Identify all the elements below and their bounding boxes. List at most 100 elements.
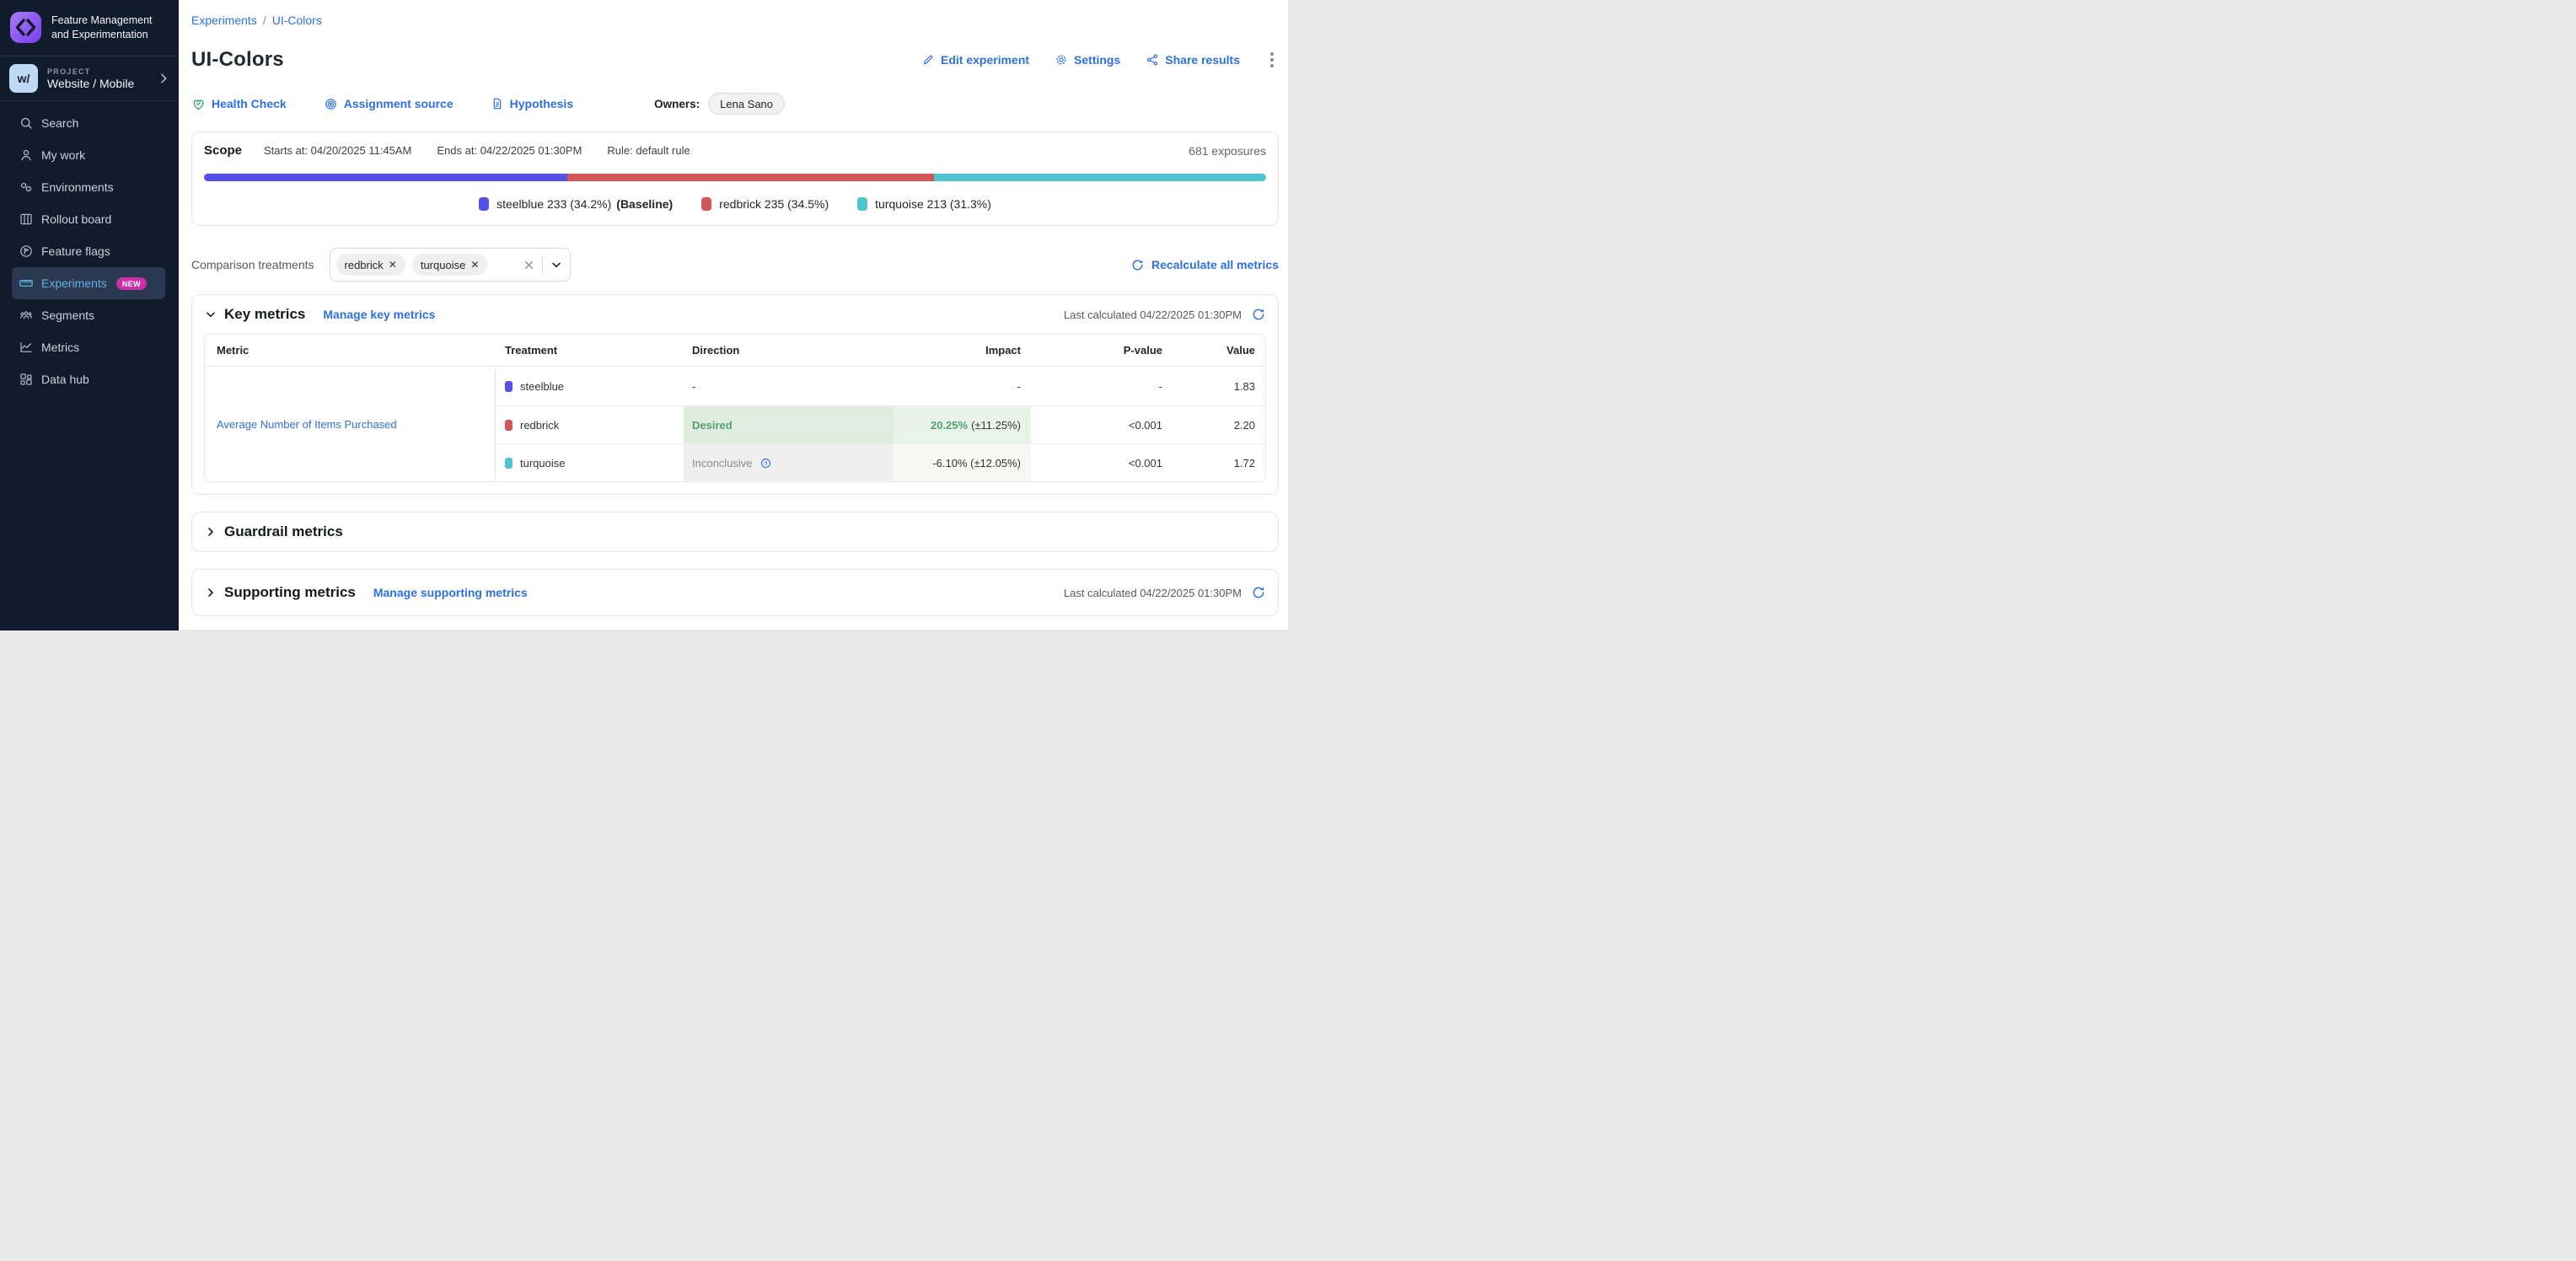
scope-starts-at: Starts at: 04/20/2025 11:45AM [264,144,411,157]
last-calculated-text: Last calculated 04/22/2025 01:30PM [1064,309,1242,321]
new-badge: NEW [116,277,147,290]
col-header-value: Value [1173,344,1265,357]
legend-item-redbrick: redbrick 235 (34.5%) [701,197,829,211]
key-metrics-table: Metric Treatment Direction Impact P-valu… [204,334,1266,482]
guardrail-metrics-section: Guardrail metrics [191,512,1279,552]
collapse-chevron-down-icon[interactable] [204,308,217,321]
project-switcher[interactable]: w/ PROJECT Website / Mobile [0,56,179,101]
project-label: PROJECT [47,67,148,76]
table-row: turquoise Inconclusive ? -6.10% (±12.05%… [496,443,1265,481]
refresh-supporting-metrics-button[interactable] [1251,585,1266,600]
sidebar-item-label: Search [41,116,78,130]
bullseye-icon [324,97,338,111]
legend-item-steelblue: steelblue 233 (34.2%) (Baseline) [479,197,673,211]
scope-title: Scope [204,143,242,158]
metric-name-link[interactable]: Average Number of Items Purchased [217,418,397,431]
supporting-metrics-section: Supporting metrics Manage supporting met… [191,569,1279,616]
health-check-link[interactable]: Health Check [191,97,287,111]
share-results-button[interactable]: Share results [1146,53,1240,67]
table-row: redbrick Desired 20.25%(±11.25%) <0.001 … [496,405,1265,443]
breadcrumb-current-link[interactable]: UI-Colors [272,13,322,27]
hexagons-icon [18,180,34,196]
app-window: Feature Management and Experimentation w… [0,0,1288,630]
steelblue-swatch [479,197,489,211]
sidebar-item-my-work[interactable]: My work [12,139,165,171]
manage-supporting-metrics-link[interactable]: Manage supporting metrics [373,586,528,599]
table-row: steelblue - - - 1.83 [496,367,1265,405]
app-logo-row: Feature Management and Experimentation [0,0,179,56]
refresh-icon [1130,258,1145,272]
edit-experiment-button[interactable]: Edit experiment [921,53,1029,67]
sidebar-item-label: Experiments [41,276,107,290]
last-calculated-text: Last calculated 04/22/2025 01:30PM [1064,587,1242,599]
clear-selection-icon[interactable] [523,259,535,271]
breadcrumb-experiments-link[interactable]: Experiments [191,13,257,27]
user-icon [18,148,34,164]
chip-redbrick: redbrick ✕ [336,254,405,276]
manage-key-metrics-link[interactable]: Manage key metrics [323,308,435,321]
remove-turquoise-icon[interactable]: ✕ [470,260,479,270]
sidebar: Feature Management and Experimentation w… [0,0,179,630]
col-header-direction: Direction [684,344,894,357]
chevron-down-icon[interactable] [550,258,563,271]
sidebar-item-segments[interactable]: Segments [12,299,165,331]
legend-item-turquoise: turquoise 213 (31.3%) [857,197,991,211]
sidebar-item-label: Segments [41,309,94,322]
hypothesis-link[interactable]: Hypothesis [491,97,573,110]
experiment-meta-row: Health Check Assignment source Hypothesi… [191,93,1279,115]
comparison-row: Comparison treatments redbrick ✕ turquoi… [191,248,1279,282]
settings-button[interactable]: Settings [1055,53,1120,67]
search-icon [18,115,34,131]
bar-segment-redbrick [567,174,934,181]
refresh-key-metrics-button[interactable] [1251,307,1266,322]
chevron-right-icon [157,72,170,85]
comparison-treatments-select[interactable]: redbrick ✕ turquoise ✕ [330,248,571,282]
breadcrumb-separator: / [263,13,266,27]
remove-redbrick-icon[interactable]: ✕ [389,260,397,270]
sidebar-item-experiments[interactable]: Experiments NEW [12,267,165,299]
baseline-tag: (Baseline) [616,197,673,211]
sidebar-item-metrics[interactable]: Metrics [12,331,165,363]
metric-cell: Average Number of Items Purchased [205,367,496,481]
svg-text:?: ? [764,460,767,466]
owners-label: Owners: [654,98,700,110]
sidebar-item-environments[interactable]: Environments [12,171,165,203]
page-title: UI-Colors [191,48,284,72]
sidebar-item-feature-flags[interactable]: Feature flags [12,235,165,267]
redbrick-swatch [701,197,711,211]
key-metrics-section: Key metrics Manage key metrics Last calc… [191,294,1279,495]
bar-segment-turquoise [934,174,1266,181]
owner-badge[interactable]: Lena Sano [708,93,785,115]
share-icon [1146,53,1159,67]
question-circle-icon[interactable]: ? [759,457,772,470]
supporting-metrics-title: Supporting metrics [224,584,356,601]
heart-check-icon [191,97,206,111]
sidebar-item-label: Environments [41,180,114,194]
sidebar-item-rollout-board[interactable]: Rollout board [12,203,165,235]
sidebar-item-search[interactable]: Search [12,107,165,139]
recalculate-all-metrics-button[interactable]: Recalculate all metrics [1130,258,1279,272]
expand-chevron-right-icon[interactable] [204,586,217,599]
sidebar-item-data-hub[interactable]: Data hub [12,363,165,395]
scope-card: Scope Starts at: 04/20/2025 11:45AM Ends… [191,131,1279,226]
chip-turquoise: turquoise ✕ [412,254,488,276]
col-header-treatment: Treatment [496,344,684,357]
expand-chevron-right-icon[interactable] [204,525,217,539]
gear-icon [1055,53,1068,67]
header-actions: Edit experiment Settings Share results [921,49,1279,71]
exposures-count: 681 exposures [1189,144,1266,158]
people-group-icon [18,308,34,324]
sidebar-nav: Search My work Environments Rollout boar… [0,101,179,401]
sidebar-item-label: Data hub [41,373,89,386]
sidebar-item-label: My work [41,148,85,162]
assignment-source-link[interactable]: Assignment source [324,97,453,111]
steelblue-swatch [505,381,513,392]
treatment-distribution-bar [204,174,1266,181]
redbrick-swatch [505,420,513,431]
distribution-legend: steelblue 233 (34.2%) (Baseline) redbric… [204,197,1266,211]
bar-segment-steelblue [204,174,567,181]
sidebar-item-label: Feature flags [41,244,110,258]
scope-rule: Rule: default rule [607,144,690,157]
more-options-kebab-menu[interactable] [1265,49,1279,71]
line-chart-icon [18,340,34,356]
